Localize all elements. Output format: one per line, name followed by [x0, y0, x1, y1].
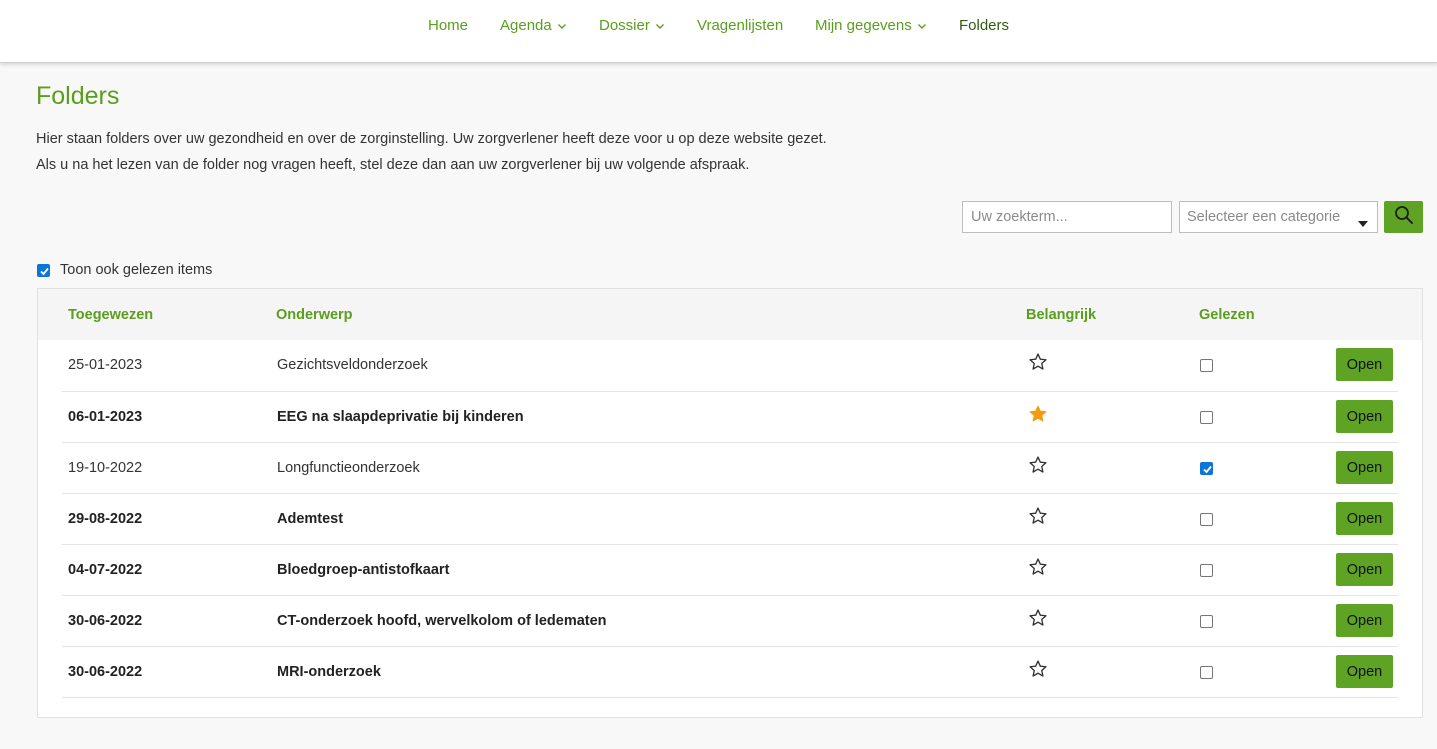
- table-header: Toegewezen Onderwerp Belangrijk Gelezen: [38, 289, 1422, 340]
- show-read-label: Toon ook gelezen items: [60, 262, 213, 278]
- table-row: 25-01-2023 Gezichtsveldonderzoek Open: [62, 340, 1398, 391]
- search-icon: [1394, 205, 1414, 230]
- header-important[interactable]: Belangrijk: [1026, 307, 1096, 323]
- top-navbar: Home Agenda Dossier Vragenlijsten Mijn g…: [0, 0, 1437, 63]
- star-outline-icon[interactable]: [1028, 506, 1048, 531]
- read-checkbox[interactable]: [1200, 564, 1213, 577]
- intro-text-line-2: Als u na het lezen van de folder nog vra…: [36, 157, 750, 173]
- table-row: 29-08-2022 Ademtest Open: [62, 493, 1398, 545]
- nav-home[interactable]: Home: [428, 17, 468, 34]
- header-subject[interactable]: Onderwerp: [276, 307, 353, 323]
- row-subject: MRI-onderzoek: [277, 664, 381, 680]
- nav-dossier[interactable]: Dossier: [599, 17, 665, 34]
- read-checkbox[interactable]: [1200, 462, 1213, 475]
- star-outline-icon[interactable]: [1028, 455, 1048, 480]
- caret-down-icon: [1358, 215, 1368, 231]
- table-row: [62, 697, 1398, 749]
- nav-folders-label: Folders: [959, 17, 1010, 34]
- nav-mijn-gegevens[interactable]: Mijn gegevens: [815, 17, 927, 34]
- star-outline-icon[interactable]: [1028, 608, 1048, 633]
- star-outline-icon[interactable]: [1028, 659, 1048, 684]
- row-subject: Ademtest: [277, 511, 344, 527]
- table-row: 30-06-2022 MRI-onderzoek Open: [62, 646, 1398, 698]
- read-checkbox[interactable]: [1200, 359, 1213, 372]
- read-checkbox[interactable]: [1200, 513, 1213, 526]
- show-read-checkbox[interactable]: [37, 263, 50, 277]
- open-button[interactable]: Open: [1336, 604, 1393, 637]
- row-date: 30-06-2022: [68, 664, 143, 680]
- star-outline-icon[interactable]: [1028, 557, 1048, 582]
- table-row: 19-10-2022 Longfunctieonderzoek Open: [62, 442, 1398, 494]
- read-checkbox[interactable]: [1200, 615, 1213, 628]
- chevron-down-icon: [655, 21, 665, 31]
- table-row: 30-06-2022 CT-onderzoek hoofd, wervelkol…: [62, 595, 1398, 647]
- row-date: 29-08-2022: [68, 511, 143, 527]
- open-button[interactable]: Open: [1336, 655, 1393, 688]
- table-row: 06-01-2023 EEG na slaapdeprivatie bij ki…: [62, 391, 1398, 443]
- row-subject: Bloedgroep-antistofkaart: [277, 562, 450, 578]
- show-read-toggle[interactable]: Toon ook gelezen items: [37, 262, 212, 278]
- row-date: 04-07-2022: [68, 562, 143, 578]
- category-select[interactable]: Selecteer een categorie: [1179, 201, 1378, 233]
- nav-home-label: Home: [428, 17, 469, 34]
- search-button[interactable]: [1384, 201, 1423, 233]
- open-button[interactable]: Open: [1336, 502, 1393, 535]
- star-filled-icon[interactable]: [1028, 404, 1048, 429]
- row-subject: CT-onderzoek hoofd, wervelkolom of ledem…: [277, 613, 607, 629]
- row-date: 06-01-2023: [68, 409, 143, 425]
- header-read[interactable]: Gelezen: [1199, 307, 1255, 323]
- open-button[interactable]: Open: [1336, 553, 1393, 586]
- intro-text-line-1: Hier staan folders over uw gezondheid en…: [36, 131, 827, 147]
- header-assigned[interactable]: Toegewezen: [68, 307, 153, 323]
- row-date: 30-06-2022: [68, 613, 143, 629]
- open-button[interactable]: Open: [1336, 400, 1393, 433]
- chevron-down-icon: [557, 21, 567, 31]
- page-title: Folders: [36, 82, 120, 110]
- search-input[interactable]: [962, 201, 1172, 233]
- nav-agenda-label: Agenda: [500, 17, 552, 34]
- table-row: 04-07-2022 Bloedgroep-antistofkaart Open: [62, 544, 1398, 596]
- row-date: 25-01-2023: [68, 357, 143, 373]
- nav-vragenlijsten[interactable]: Vragenlijsten: [697, 17, 783, 34]
- folders-table: Toegewezen Onderwerp Belangrijk Gelezen …: [37, 288, 1423, 718]
- nav-agenda[interactable]: Agenda: [500, 17, 567, 34]
- nav-vragenlijsten-label: Vragenlijsten: [697, 17, 784, 34]
- row-subject: Gezichtsveldonderzoek: [277, 357, 428, 373]
- open-button[interactable]: Open: [1336, 348, 1393, 381]
- row-subject: Longfunctieonderzoek: [277, 460, 420, 476]
- nav-folders[interactable]: Folders: [959, 17, 1009, 34]
- nav-mijn-gegevens-label: Mijn gegevens: [815, 17, 912, 34]
- read-checkbox[interactable]: [1200, 666, 1213, 679]
- star-outline-icon[interactable]: [1028, 352, 1048, 377]
- row-subject: EEG na slaapdeprivatie bij kinderen: [277, 409, 524, 425]
- chevron-down-icon: [917, 21, 927, 31]
- category-select-value: Selecteer een categorie: [1187, 209, 1341, 225]
- row-date: 19-10-2022: [68, 460, 143, 476]
- read-checkbox[interactable]: [1200, 411, 1213, 424]
- open-button[interactable]: Open: [1336, 451, 1393, 484]
- nav-dossier-label: Dossier: [599, 17, 650, 34]
